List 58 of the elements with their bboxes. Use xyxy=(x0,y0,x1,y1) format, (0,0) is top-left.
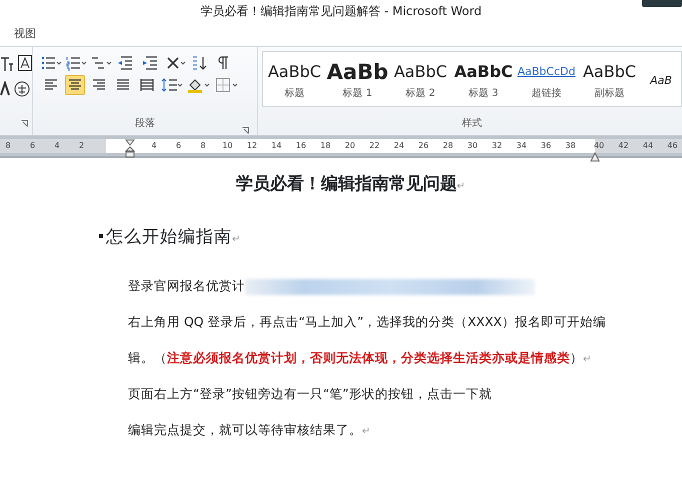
paint-bucket-icon[interactable] xyxy=(187,77,211,93)
style-item[interactable]: AaB xyxy=(641,52,681,106)
paragraph-line: 登录官网报名优赏计 xyxy=(128,278,245,293)
ruler-number: 30 xyxy=(467,140,478,152)
ruler-number: 46 xyxy=(667,140,678,152)
font-icon[interactable] xyxy=(0,55,14,73)
ruler-number: 6 xyxy=(30,140,36,152)
dialog-launcher-icon[interactable] xyxy=(21,120,28,127)
ruler-number: 6 xyxy=(176,140,182,152)
multilevel-list-icon[interactable] xyxy=(91,55,112,71)
ruler-number: 38 xyxy=(565,140,576,152)
dialog-launcher-icon[interactable] xyxy=(242,127,249,134)
ruler-number: 20 xyxy=(344,140,356,152)
paragraph-line: 右上角用 QQ 登录后，再点击“马上加入”，选择我的分类（XXXX）报名即可开始编 xyxy=(128,314,606,329)
boxed-letter-icon[interactable] xyxy=(18,55,32,71)
right-indent-marker-icon[interactable] xyxy=(590,152,600,162)
align-distributed-icon xyxy=(139,77,155,93)
ruler-number: 2 xyxy=(78,140,84,152)
ruler-number: 24 xyxy=(394,140,404,152)
group-label: 样式 xyxy=(462,116,482,131)
style-item[interactable]: AaBbC 标题 xyxy=(263,52,326,106)
group-label: 段落 xyxy=(135,116,155,131)
indent-marker-icon[interactable] xyxy=(125,138,135,159)
style-item[interactable]: AaBbC 标题 3 xyxy=(452,52,515,106)
ruler-number: 12 xyxy=(246,140,258,152)
ruler-number: 26 xyxy=(418,140,429,152)
ruler-number: 8 xyxy=(200,140,206,152)
ruler-number: 14 xyxy=(271,140,282,152)
document-title: 学员必看！编辑指南常见问题↵ xyxy=(234,173,466,196)
style-item[interactable]: AaBbC 副标题 xyxy=(578,52,641,106)
align-center-button[interactable] xyxy=(65,75,85,95)
ruler-number: 18 xyxy=(320,140,331,152)
circled-character-icon[interactable] xyxy=(14,81,30,97)
ruler-number: 40 xyxy=(594,140,604,152)
paragraph-line: 编辑完点提交，就可以等待审核结果了。↵ xyxy=(128,422,370,437)
window-title: 学员必看！编辑指南常见问题解答 - Microsoft Word xyxy=(200,3,482,20)
bullets-icon[interactable] xyxy=(41,55,62,71)
ruler-number: 4 xyxy=(151,140,157,152)
style-item[interactable]: AaBbC 标题 2 xyxy=(389,52,452,106)
ruler-number: 36 xyxy=(540,140,552,152)
ruler-number: 8 xyxy=(5,140,11,152)
line-spacing-icon[interactable] xyxy=(161,77,183,93)
ruler-number: 34 xyxy=(516,140,527,152)
numbering-icon[interactable] xyxy=(66,55,87,71)
ruler-number: 4 xyxy=(54,140,60,152)
ruler-number: 28 xyxy=(442,140,454,152)
ruler-number: 42 xyxy=(618,140,629,152)
ribbon-tab[interactable]: 视图 xyxy=(14,26,36,42)
style-item[interactable]: AaBbCcDd 超链接 xyxy=(515,52,578,106)
ruler-number: 10 xyxy=(222,140,233,152)
section-heading: 怎么开始编指南↵ xyxy=(106,226,242,248)
paragraph-line: 辑。（注意必须报名优赏计划，否则无法体现，分类选择生活类亦或是情感类）↵ xyxy=(128,350,592,365)
ruler-number: 22 xyxy=(369,140,380,152)
paragraph-line: 页面右上方“登录”按钮旁边有一只“笔”形状的按钮，点击一下就 xyxy=(128,386,492,401)
style-item[interactable]: AaBb 标题 1 xyxy=(326,52,389,106)
ruler-number: 16 xyxy=(296,140,306,152)
ruler-number: 44 xyxy=(642,140,654,152)
ruler-number: 32 xyxy=(492,140,502,152)
